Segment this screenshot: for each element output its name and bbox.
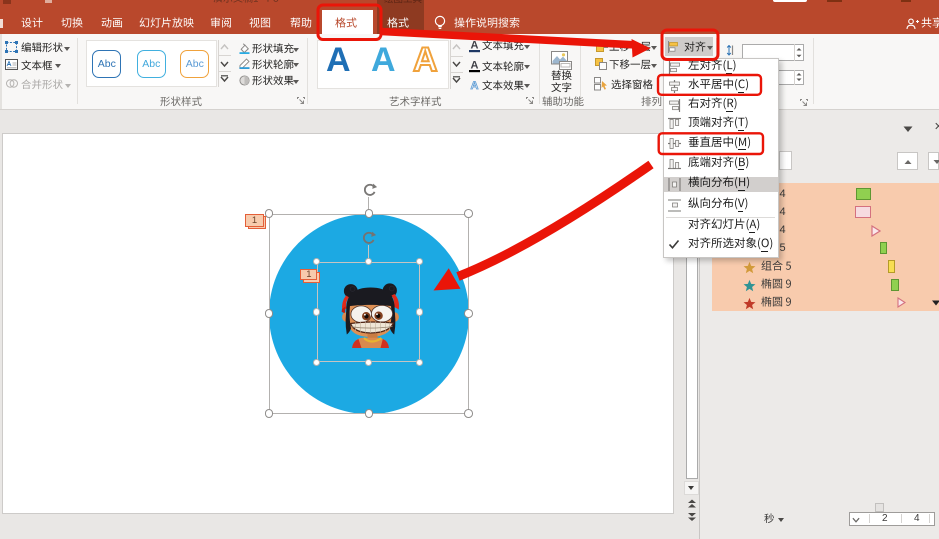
svg-text:A: A	[470, 80, 478, 92]
svg-text:A: A	[470, 59, 478, 71]
svg-text:A: A	[470, 39, 478, 51]
